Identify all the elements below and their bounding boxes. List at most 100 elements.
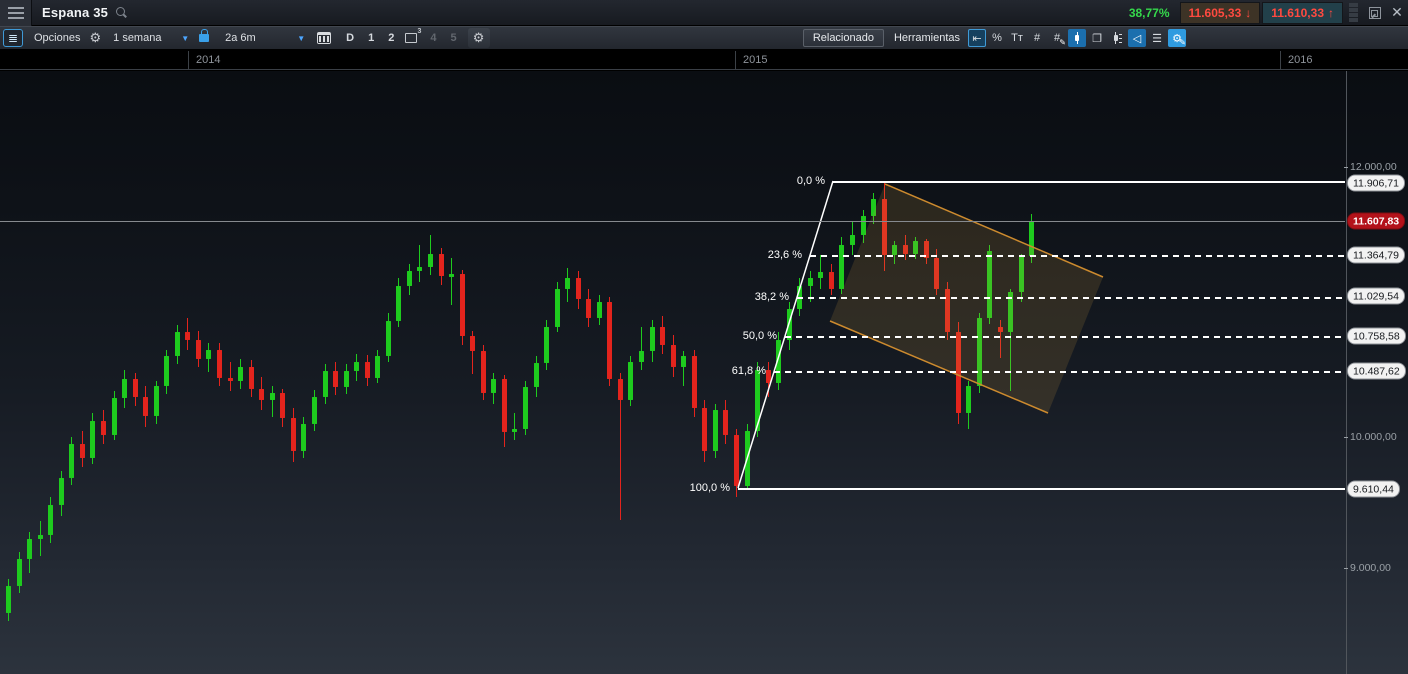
candle xyxy=(470,336,476,351)
eraser-icon[interactable]: ◁ xyxy=(1128,29,1146,47)
snap-back-icon[interactable]: ⇤ xyxy=(968,29,986,47)
calendar-icon[interactable] xyxy=(317,32,332,44)
price-axis-label: 11.364,79 xyxy=(1347,246,1405,264)
candle xyxy=(122,379,128,399)
candle xyxy=(871,199,877,216)
candle xyxy=(913,241,919,254)
chart-area[interactable]: 12.000,00 10.000,00 9.000,00 11.906,71 11.3… xyxy=(0,71,1408,674)
year-label: 2016 xyxy=(1288,54,1313,66)
candlestick-style-icon[interactable] xyxy=(1068,29,1086,47)
candle xyxy=(227,377,233,381)
fib-level-line[interactable] xyxy=(833,181,1345,183)
display-lines-icon[interactable]: ☰ xyxy=(1148,29,1166,47)
fib-label: 23,6 % xyxy=(767,249,802,261)
fib-level-line[interactable] xyxy=(738,488,1345,490)
hamburger-menu-button[interactable] xyxy=(0,0,32,26)
candle xyxy=(290,418,296,451)
options-button[interactable]: Opciones xyxy=(29,26,85,50)
title-bar: Espana 35 38,77% 11.605,33 ↓ 11.610,33 ↑… xyxy=(0,0,1408,26)
candle xyxy=(111,398,117,435)
candle xyxy=(628,361,634,400)
candle xyxy=(850,234,855,246)
popout-icon xyxy=(1369,6,1381,19)
candle xyxy=(839,245,845,289)
price-axis-label: 10.487,62 xyxy=(1347,362,1406,380)
draw-settings-icon[interactable]: ⚙ ✎ xyxy=(1168,29,1186,47)
candle xyxy=(37,534,43,539)
candle xyxy=(892,245,898,255)
time-axis[interactable]: 2014 2015 2016 xyxy=(0,51,1408,70)
range-value: 2a 6m xyxy=(225,32,256,44)
current-price-label: 11.607,83 xyxy=(1347,212,1406,230)
candle-wick xyxy=(514,413,516,441)
search-icon[interactable] xyxy=(116,6,128,19)
interval-dropdown[interactable]: 1 semana ▼ xyxy=(105,26,193,50)
sell-price-button[interactable]: 11.605,33 ↓ xyxy=(1179,1,1261,24)
fib-label: 50,0 % xyxy=(742,330,777,342)
candle xyxy=(238,367,244,381)
candle xyxy=(417,267,423,272)
candle xyxy=(269,392,275,400)
text-tool-icon[interactable]: Tᴛ xyxy=(1008,29,1026,47)
price-axis-label: 11.029,54 xyxy=(1347,287,1405,305)
chart-layout-button[interactable]: 3 xyxy=(405,28,421,43)
candle xyxy=(248,367,254,389)
settings-gear-button[interactable]: ⚙ xyxy=(467,28,490,48)
related-button[interactable]: Relacionado xyxy=(802,29,884,47)
watchlist-button[interactable]: ≣ xyxy=(3,29,23,47)
fib-level-line[interactable] xyxy=(810,255,1345,257)
candle xyxy=(966,386,972,414)
candle xyxy=(733,434,739,487)
candle xyxy=(512,429,518,432)
view-button-1[interactable]: 1 xyxy=(361,32,381,44)
candle xyxy=(16,559,22,587)
candle xyxy=(586,299,592,319)
chevron-down-icon: ▼ xyxy=(181,33,190,43)
fib-level-line[interactable] xyxy=(774,371,1345,373)
candle xyxy=(702,407,708,451)
candle-wick xyxy=(999,319,1001,358)
indicators-icon[interactable] xyxy=(1108,29,1126,47)
candle xyxy=(459,273,465,336)
fib-level-line[interactable] xyxy=(785,336,1345,338)
axis-tick-label: 9.000,00 xyxy=(1344,562,1391,574)
buy-price-button[interactable]: 11.610,33 ↑ xyxy=(1262,1,1343,24)
candle xyxy=(48,505,54,535)
candle xyxy=(385,321,391,357)
gear-icon: ⚙ xyxy=(472,30,485,45)
price-axis-label: 10.758,58 xyxy=(1347,327,1406,345)
axis-tick-label: 12.000,00 xyxy=(1344,161,1397,173)
candle xyxy=(217,349,222,378)
candle xyxy=(354,361,360,372)
view-button-d[interactable]: D xyxy=(339,32,361,44)
candle xyxy=(396,285,402,322)
candle xyxy=(333,371,339,388)
fib-label: 38,2 % xyxy=(754,291,789,303)
candle xyxy=(280,392,286,419)
candle xyxy=(206,349,212,359)
candle xyxy=(818,272,824,278)
popout-button[interactable] xyxy=(1364,2,1386,24)
windows-layout-icon[interactable]: ❐ xyxy=(1088,29,1106,47)
candle xyxy=(1029,221,1035,257)
candle xyxy=(860,215,866,235)
draw-grid-icon[interactable]: # ✎ xyxy=(1048,29,1066,47)
lock-icon[interactable] xyxy=(199,29,210,42)
view-button-4-disabled: 4 xyxy=(430,32,437,44)
fib-label: 61,8 % xyxy=(731,365,766,377)
range-dropdown[interactable]: 2a 6m ▼ xyxy=(217,26,309,50)
candle xyxy=(987,250,993,319)
candle xyxy=(143,396,149,416)
view-button-2[interactable]: 2 xyxy=(381,32,401,44)
candle xyxy=(311,396,317,424)
view-button-5-disabled: 5 xyxy=(450,32,457,44)
fib-level-line[interactable] xyxy=(797,297,1345,299)
options-gear-icon[interactable]: ⚙ xyxy=(85,26,105,50)
grid-icon[interactable]: # xyxy=(1028,29,1046,47)
drag-grip-icon[interactable] xyxy=(1349,3,1358,22)
close-button[interactable]: ✕ xyxy=(1386,2,1408,24)
percent-scale-icon[interactable]: % xyxy=(988,29,1006,47)
year-label: 2015 xyxy=(743,54,768,66)
candle xyxy=(776,340,782,384)
candle xyxy=(501,379,507,432)
